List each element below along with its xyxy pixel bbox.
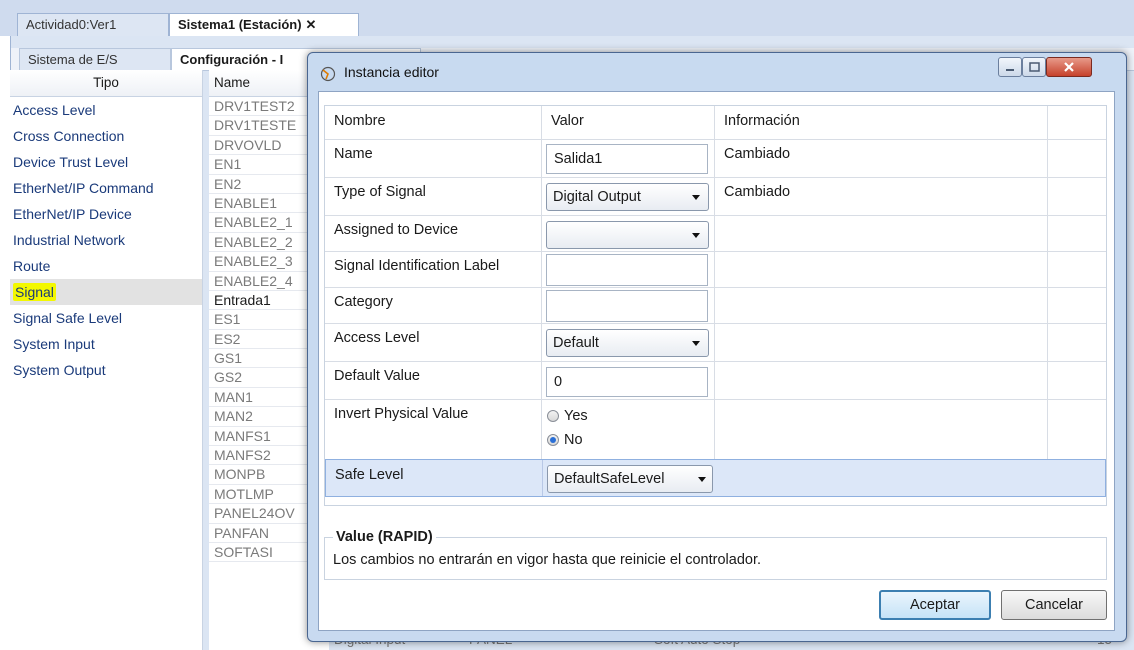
type-list-header[interactable]: Tipo [10,70,202,97]
property-row-signal-identification-label: Signal Identification Label [325,251,1106,288]
access-level-select[interactable]: Default [546,329,709,357]
dialog-body: Nombre Valor Información Name Salida1 Ca… [318,91,1115,631]
dialog-title: Instancia editor [344,64,439,80]
cancelar-button[interactable]: Cancelar [1001,590,1107,620]
type-item-route[interactable]: Route [10,253,202,279]
radio-yes[interactable]: Yes [547,408,588,424]
property-info: Cambiado [724,146,791,162]
assigned-device-select[interactable] [546,221,709,249]
property-label: Invert Physical Value [334,406,469,422]
property-label: Safe Level [335,467,404,483]
default-value-input[interactable]: 0 [546,367,708,397]
type-item-industrial-network[interactable]: Industrial Network [10,227,202,253]
radio-no[interactable]: No [547,432,583,448]
tab-configuracion-label: Configuración - I [180,52,284,67]
instancia-editor-dialog: Instancia editor Nombre Valor Informació… [307,52,1127,642]
chevron-down-icon [692,195,700,200]
tab-sistema-es[interactable]: Sistema de E/S [19,48,171,70]
type-item-ethernet-ip-device[interactable]: EtherNet/IP Device [10,201,202,227]
type-item-system-output[interactable]: System Output [10,357,202,383]
type-item-label: Signal Safe Level [13,310,122,326]
property-row-safe-level: Safe Level DefaultSafeLevel [325,459,1106,497]
type-item-signal[interactable]: Signal [10,279,202,305]
radio-circle-selected-icon [547,434,559,446]
tab-sistema-es-label: Sistema de E/S [28,52,118,67]
chevron-down-icon [698,477,706,482]
property-info: Cambiado [724,184,791,200]
document-tab-bar: Actividad0:Ver1 Sistema1 (Estación) ✕ [0,0,1134,36]
value-rapid-group: Value (RAPID) Los cambios no entrarán en… [324,529,1107,580]
type-item-label: System Input [13,336,95,352]
editor-app-icon [320,66,336,82]
type-item-label: Route [13,258,51,274]
property-row-default-value: Default Value 0 [325,361,1106,400]
property-row-name: Name Salida1 Cambiado [325,139,1106,178]
maximize-icon [1029,62,1040,72]
select-value: Digital Output [553,189,641,205]
select-value: Default [553,335,599,351]
column-header-valor: Valor [551,113,584,129]
property-grid: Nombre Valor Información Name Salida1 Ca… [324,105,1107,506]
minimize-button[interactable] [998,57,1022,77]
type-item-label: System Output [13,362,106,378]
type-item-label: EtherNet/IP Command [13,180,154,196]
property-label: Name [334,146,373,162]
maximize-button[interactable] [1022,57,1046,77]
category-input[interactable] [546,290,708,322]
close-button[interactable] [1046,57,1092,77]
radio-no-label: No [564,432,583,448]
type-item-label: EtherNet/IP Device [13,206,132,222]
property-label: Type of Signal [334,184,426,200]
type-item-label: Signal [13,283,56,301]
type-item-label: Device Trust Level [13,154,129,170]
type-item-ethernet-ip-command[interactable]: EtherNet/IP Command [10,175,202,201]
name-input[interactable]: Salida1 [546,144,708,174]
safe-level-select[interactable]: DefaultSafeLevel [547,465,713,493]
property-label: Assigned to Device [334,222,459,238]
type-of-signal-select[interactable]: Digital Output [546,183,709,211]
info-group-title: Value (RAPID) [333,529,436,545]
chevron-down-icon [692,233,700,238]
info-group-text: Los cambios no entrarán en vigor hasta q… [333,552,762,568]
property-row-type-of-signal: Type of Signal Digital Output Cambiado [325,177,1106,216]
signal-identification-input[interactable] [546,254,708,286]
radio-yes-label: Yes [564,408,588,424]
chevron-down-icon [692,341,700,346]
type-item-system-input[interactable]: System Input [10,331,202,357]
type-item-label: Industrial Network [13,232,126,248]
radio-circle-icon [547,410,559,422]
property-row-assigned-device: Assigned to Device [325,215,1106,252]
property-label: Signal Identification Label [334,258,500,274]
tab-actividad[interactable]: Actividad0:Ver1 [17,13,169,36]
tab-sistema-label: Sistema1 (Estación) [178,17,302,32]
type-item-label: Cross Connection [13,128,125,144]
minimize-icon [1006,69,1014,71]
close-tab-icon[interactable]: ✕ [306,17,317,32]
property-label: Default Value [334,368,420,384]
tab-sistema[interactable]: Sistema1 (Estación) ✕ [169,13,359,36]
property-label: Category [334,294,393,310]
column-header-informacion: Información [724,113,800,129]
column-header-nombre: Nombre [334,113,386,129]
grid-header-row: Nombre Valor Información [325,106,1106,140]
type-list: Tipo Access Level Cross Connection Devic… [10,70,203,650]
type-item-cross-connection[interactable]: Cross Connection [10,123,202,149]
type-item-signal-safe-level[interactable]: Signal Safe Level [10,305,202,331]
type-item-label: Access Level [13,102,96,118]
property-label: Access Level [334,330,420,346]
type-item-access-level[interactable]: Access Level [10,97,202,123]
type-item-device-trust-level[interactable]: Device Trust Level [10,149,202,175]
aceptar-button[interactable]: Aceptar [879,590,991,620]
close-icon [1064,62,1074,72]
property-row-category: Category [325,287,1106,324]
property-row-invert-physical-value: Invert Physical Value Yes No [325,399,1106,460]
select-value: DefaultSafeLevel [554,471,665,487]
property-row-access-level: Access Level Default [325,323,1106,362]
tab-actividad-label: Actividad0:Ver1 [26,17,117,32]
